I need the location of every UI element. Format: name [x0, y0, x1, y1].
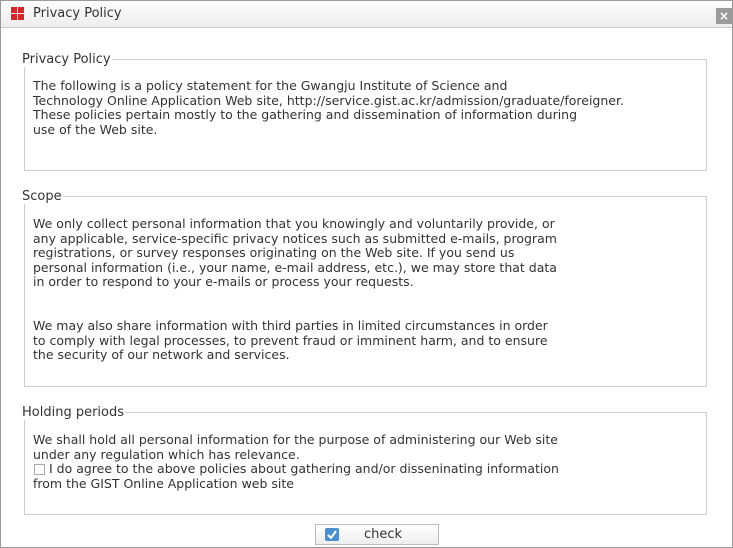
text-line: These policies pertain mostly to the gat… [33, 107, 578, 122]
agree-label-continued: from the GIST Online Application web sit… [33, 475, 294, 491]
text-line: any applicable, service-specific privacy… [33, 230, 557, 246]
agree-checkbox[interactable] [34, 463, 45, 475]
text-line: under any regulation which has relevance… [33, 446, 300, 462]
text-line: to comply with legal processes, to preve… [33, 332, 548, 348]
text-line: the security of our network and services… [33, 347, 290, 362]
text-line: in order to respond to your e-mails or p… [33, 274, 414, 289]
paragraph: We shall hold all personal information f… [33, 432, 559, 491]
privacy-policy-section: Privacy Policy The following is a policy… [22, 52, 707, 171]
text-line: personal information (i.e., your name, e… [33, 259, 557, 275]
agree-row: I do agree to the above policies about g… [33, 461, 559, 477]
text-line: We shall hold all personal information f… [33, 432, 558, 447]
check-button-label: check [364, 527, 403, 542]
section-legend: Holding periods [22, 405, 125, 420]
paragraph: The following is a policy statement for … [33, 78, 624, 137]
text-line: The following is a policy statement for … [33, 78, 508, 93]
text-line: Technology Online Application Web site, … [33, 92, 624, 108]
section-legend: Scope [22, 189, 62, 204]
paragraph: We may also share information with third… [33, 318, 548, 363]
check-button[interactable]: check [315, 524, 439, 545]
window-title: Privacy Policy [33, 6, 122, 21]
holding-periods-section: Holding periods We shall hold all person… [22, 405, 707, 515]
paragraph: We only collect personal information tha… [33, 216, 557, 290]
close-icon[interactable]: × [716, 8, 732, 24]
agree-label[interactable]: I do agree to the above policies about g… [49, 461, 559, 477]
scope-section: Scope We only collect personal informati… [22, 189, 707, 387]
section-legend: Privacy Policy [22, 52, 111, 67]
windows-grid-icon [11, 7, 24, 20]
text-line: use of the Web site. [33, 121, 158, 137]
text-line: registrations, or survey responses origi… [33, 245, 515, 260]
text-line: We may also share information with third… [33, 318, 548, 333]
check-icon [325, 528, 339, 541]
text-line: We only collect personal information tha… [33, 216, 555, 231]
title-bar: Privacy Policy × [1, 1, 732, 28]
privacy-policy-dialog: Privacy Policy × Privacy Policy The foll… [0, 0, 733, 548]
